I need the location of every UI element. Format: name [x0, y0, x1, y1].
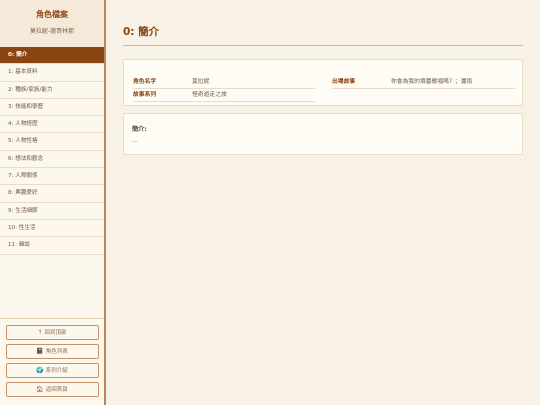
- nav-item-life-details[interactable]: 9: 生活細節: [0, 203, 104, 220]
- main-content: 0: 簡介 角色名字 莫拉妮 故事系列 怪奇遊走之旅 出場故事 你會為我的墳墓歌…: [123, 0, 523, 155]
- page-title: 0: 簡介: [123, 24, 523, 46]
- back-to-top-label: 回到頂部: [44, 330, 67, 336]
- arrow-up-icon: ↑: [37, 329, 43, 336]
- series-label: 故事系列: [133, 92, 157, 98]
- name-value: 莫拉妮: [192, 79, 210, 85]
- sidebar-header: 角色檔案 莫拉妮-德哥林那: [0, 0, 104, 47]
- nav-item-skills-education[interactable]: 3: 技能和學歷: [0, 99, 104, 117]
- info-row-series: 故事系列 怪奇遊走之旅: [133, 89, 315, 102]
- nav-item-misc[interactable]: 11: 雜談: [0, 237, 104, 255]
- series-intro-button[interactable]: 🌍 系列介紹: [5, 363, 99, 378]
- nav-item-thoughts[interactable]: 6: 想法和觀念: [0, 151, 104, 169]
- nav-item-intro[interactable]: 0: 簡介: [0, 47, 104, 65]
- sidebar: 角色檔案 莫拉妮-德哥林那 0: 簡介 1: 基本資料 2: 種族/家族/能力 …: [0, 0, 106, 405]
- info-card: 角色名字 莫拉妮 故事系列 怪奇遊走之旅 出場故事 你會為我的墳墓歌唱嗎？；瀾雨: [123, 59, 523, 106]
- info-row-story: 出場故事 你會為我的墳墓歌唱嗎？；瀾雨: [332, 76, 515, 89]
- series-intro-label: 系列介紹: [45, 368, 68, 374]
- home-button[interactable]: 🏠 返回首頁: [5, 382, 99, 397]
- sidebar-buttons: ↑ 回到頂部 📓 角色列表 🌍 系列介紹 🏠 返回首頁: [0, 318, 104, 405]
- notebook-icon: 📓: [36, 348, 44, 355]
- nav-item-sex-life[interactable]: 10: 性生活: [0, 220, 104, 238]
- nav-item-history[interactable]: 4: 人物經歷: [0, 116, 104, 134]
- series-value: 怪奇遊走之旅: [192, 92, 227, 98]
- nav-item-basic-info[interactable]: 1: 基本資料: [0, 64, 104, 82]
- intro-card: 簡介: ...: [123, 113, 523, 155]
- nav-item-relationships[interactable]: 7: 人際關係: [0, 168, 104, 186]
- nav-item-race-family-ability[interactable]: 2: 種族/家族/能力: [0, 82, 104, 99]
- globe-icon: 🌍: [36, 367, 44, 374]
- character-list-label: 角色列表: [45, 349, 68, 355]
- home-label: 返回首頁: [45, 387, 68, 393]
- story-value: 你會為我的墳墓歌唱嗎？；瀾雨: [391, 79, 473, 85]
- back-to-top-button[interactable]: ↑ 回到頂部: [5, 325, 99, 340]
- intro-body: ...: [132, 137, 138, 144]
- name-label: 角色名字: [133, 79, 157, 85]
- intro-title: 簡介:: [132, 126, 147, 133]
- nav-item-hobbies[interactable]: 8: 興趣愛好: [0, 185, 104, 203]
- story-label: 出場故事: [332, 79, 356, 85]
- house-icon: 🏠: [36, 386, 44, 393]
- sidebar-title: 角色檔案: [36, 10, 68, 19]
- character-name: 莫拉妮-德哥林那: [29, 28, 75, 35]
- sidebar-nav: 0: 簡介 1: 基本資料 2: 種族/家族/能力 3: 技能和學歷 4: 人物…: [0, 47, 104, 255]
- nav-item-personality[interactable]: 5: 人物性格: [0, 133, 104, 151]
- info-row-name: 角色名字 莫拉妮: [133, 76, 315, 89]
- character-list-button[interactable]: 📓 角色列表: [5, 344, 99, 359]
